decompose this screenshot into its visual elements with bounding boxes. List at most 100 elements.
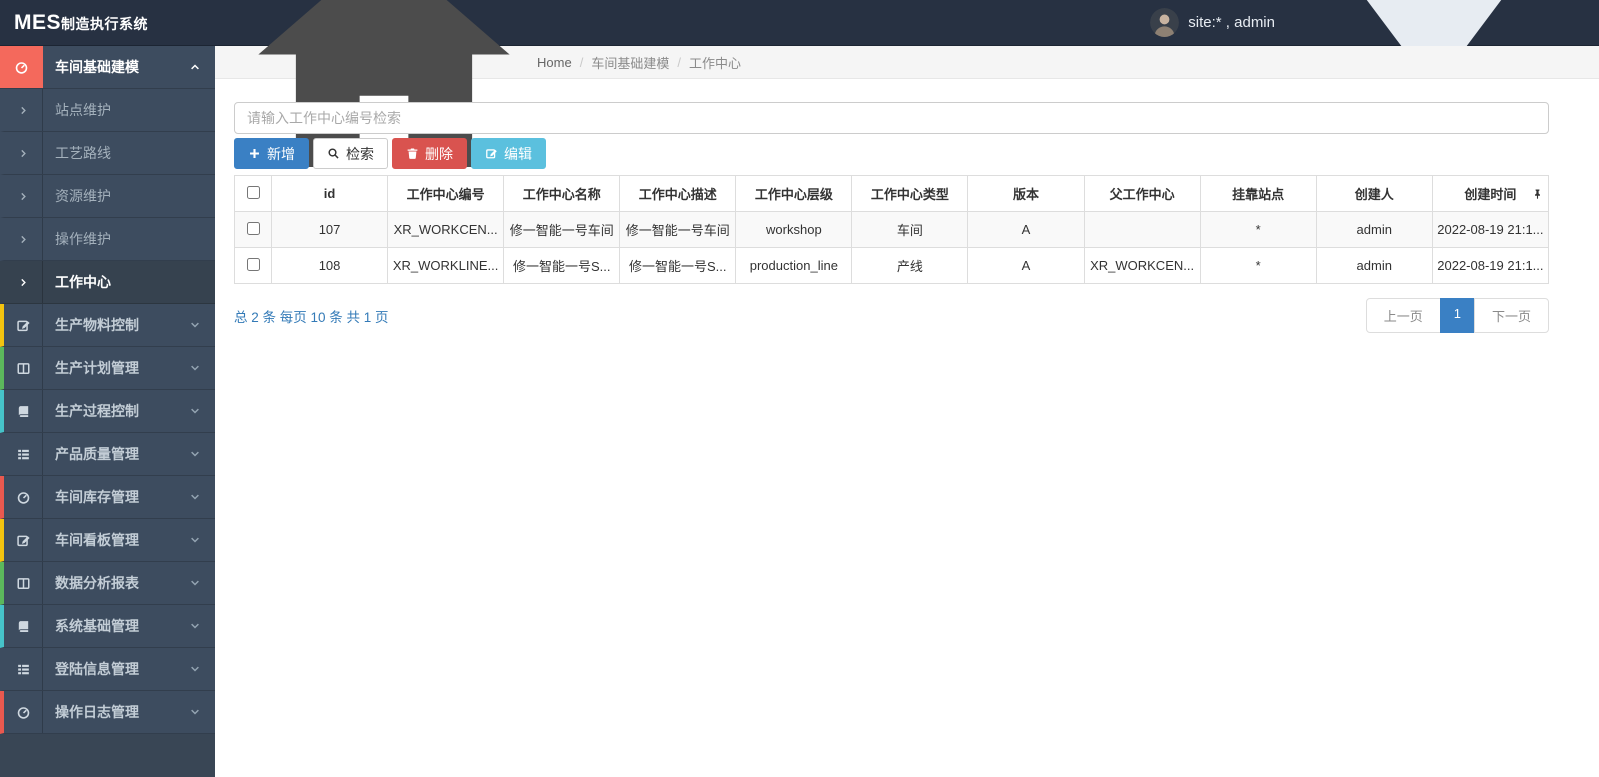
chevron-down-icon xyxy=(189,405,201,417)
sidebar-item-workshop-board-management[interactable]: 车间看板管理 xyxy=(0,519,215,562)
table-cell: 修一智能一号车间 xyxy=(619,211,737,248)
column-header: 版本 xyxy=(967,175,1085,212)
breadcrumb-separator: / xyxy=(677,54,681,70)
app-root: MES制造执行系统 site:* , admin 车间基础建模 站点维护 工艺路线资… xyxy=(0,0,1599,777)
column-header: 挂靠站点 xyxy=(1199,175,1317,212)
sidebar-item-label: 生产计划管理 xyxy=(55,360,139,376)
book-icon xyxy=(16,619,31,634)
button-label: 删除 xyxy=(425,145,453,162)
logo-mes-text: MES xyxy=(14,10,62,34)
dashboard-icon xyxy=(14,60,29,75)
sidebar-item-system-basic-management[interactable]: 系统基础管理 xyxy=(0,605,215,648)
table-cell: admin xyxy=(1315,211,1433,248)
sidebar-subitem-work-center[interactable]: 工作中心 xyxy=(0,261,215,304)
sidebar-subicon-cell xyxy=(4,132,43,174)
sidebar-item-label: 产品质量管理 xyxy=(55,446,139,462)
work-center-table: id 工作中心编号 工作中心名称 工作中心描述 工作中心层级 工作中心类型 版本 父工作中心挂… xyxy=(234,175,1550,284)
sidebar-item-login-info-management[interactable]: 登陆信息管理 xyxy=(0,648,215,691)
breadcrumb-current-page: 工作中心 xyxy=(688,55,741,71)
sidebar-subitem-process-route[interactable]: 工艺路线 xyxy=(0,132,215,175)
chevron-down-icon xyxy=(189,319,201,331)
chevron-down-icon xyxy=(189,706,201,718)
add-button[interactable]: 新增 xyxy=(234,138,309,169)
row-checkbox[interactable] xyxy=(246,221,260,235)
button-label: 新增 xyxy=(267,145,295,162)
search-input[interactable] xyxy=(234,102,1549,134)
sidebar-item-production-plan-management[interactable]: 生产计划管理 xyxy=(0,347,215,390)
table-cell: XR_WORKCEN... xyxy=(1083,247,1201,284)
table-cell: 108 xyxy=(270,247,389,284)
button-label: 检索 xyxy=(346,145,374,162)
column-header: 工作中心类型 xyxy=(851,175,969,212)
breadcrumb: Home / 车间基础建模 / 工作中心 xyxy=(215,0,1599,167)
sidebar-icon-cell xyxy=(4,562,43,604)
chevron-up-icon xyxy=(189,61,201,73)
sidebar-subitem-resource-maintenance[interactable]: 资源维护 xyxy=(0,175,215,218)
chevron-right-icon xyxy=(18,148,29,159)
sidebar-subitem-operation-maintenance[interactable]: 操作维护 xyxy=(0,218,215,261)
edit-button[interactable]: 编辑 xyxy=(471,138,546,169)
sidebar-item-product-quality-management[interactable]: 产品质量管理 xyxy=(0,433,215,476)
sidebar-item-operation-log-management[interactable]: 操作日志管理 xyxy=(0,691,215,734)
sidebar-item-label: 系统基础管理 xyxy=(55,618,139,634)
sidebar-item-label: 登陆信息管理 xyxy=(55,661,139,677)
chevron-down-icon xyxy=(189,577,201,589)
table-cell: 2022-08-19 21:1... xyxy=(1431,247,1550,284)
sidebar-item-production-process-control[interactable]: 生产过程控制 xyxy=(0,390,215,433)
delete-button[interactable]: 删除 xyxy=(392,138,467,169)
sidebar-subitem-site-maintenance[interactable]: 站点维护 xyxy=(0,89,215,132)
sidebar-icon-cell xyxy=(4,476,43,518)
pagination-summary: 总 2 条 每页 10 条 共 1 页 xyxy=(234,309,389,325)
chevron-right-icon xyxy=(18,234,29,245)
column-header: id xyxy=(270,175,389,212)
row-checkbox[interactable] xyxy=(246,257,260,271)
sidebar-item-label: 车间看板管理 xyxy=(55,532,139,548)
column-header: 工作中心编号 xyxy=(387,175,505,212)
column-header: 工作中心描述 xyxy=(619,175,737,212)
sidebar-item-workshop-modeling[interactable]: 车间基础建模 xyxy=(0,46,215,89)
sidebar-item-label: 车间库存管理 xyxy=(55,489,139,505)
table-cell: A xyxy=(967,211,1085,248)
book-icon xyxy=(16,404,31,419)
sidebar-item-data-analysis-report[interactable]: 数据分析报表 xyxy=(0,562,215,605)
search-button[interactable]: 检索 xyxy=(313,138,388,169)
sidebar-subicon-cell xyxy=(4,89,43,131)
chevron-down-icon xyxy=(189,491,201,503)
sidebar-item-production-material-control[interactable]: 生产物料控制 xyxy=(0,304,215,347)
column-header: 创建时间 xyxy=(1431,175,1550,212)
table-row[interactable]: 108 XR_WORKLINE... 修一智能一号S... 修一智能一号S... pro… xyxy=(234,247,1550,284)
logo-suffix-text: 制造执行系统 xyxy=(61,15,149,32)
columns-icon xyxy=(16,361,31,376)
sidebar-item-label: 车间基础建模 xyxy=(55,59,139,75)
pager: 上一页 1 下一页 xyxy=(1365,298,1549,333)
table-row[interactable]: 107 XR_WORKCEN... 修一智能一号车间 修一智能一号车间 workshop… xyxy=(234,211,1550,248)
chevron-down-icon xyxy=(189,620,201,632)
pagination-page-1-button[interactable]: 1 xyxy=(1439,298,1475,333)
table-cell: 107 xyxy=(270,211,389,248)
chevron-right-icon xyxy=(18,105,29,116)
table-cell: workshop xyxy=(735,211,853,248)
list-icon xyxy=(16,447,31,462)
pagination-next-button[interactable]: 下一页 xyxy=(1473,298,1549,333)
table-cell: 修一智能一号S... xyxy=(619,247,737,284)
select-all-checkbox[interactable] xyxy=(246,185,260,199)
sidebar-menu: 车间基础建模站点维护工艺路线资源维护操作维护 工作中心 生产物料控制生产计划管理生产… xyxy=(0,46,215,734)
sidebar: 车间基础建模站点维护工艺路线资源维护操作维护 工作中心 生产物料控制生产计划管理生产… xyxy=(0,46,215,777)
app-logo[interactable]: MES制造执行系统 xyxy=(14,11,148,35)
sidebar-subitem-label: 工艺路线 xyxy=(55,145,111,161)
sidebar-icon-cell xyxy=(4,648,43,690)
chevron-down-icon xyxy=(189,448,201,460)
table-cell: production_line xyxy=(735,247,853,284)
dashboard-icon xyxy=(16,705,31,720)
sidebar-item-label: 操作日志管理 xyxy=(55,704,139,720)
sidebar-subitem-label: 资源维护 xyxy=(55,188,111,204)
list-icon xyxy=(16,662,31,677)
breadcrumb-item-module[interactable]: 车间基础建模 xyxy=(591,53,669,72)
pagination-prev-button[interactable]: 上一页 xyxy=(1365,298,1441,333)
button-label: 编辑 xyxy=(504,145,532,162)
chevron-down-icon xyxy=(189,362,201,374)
page-content: 新增 检索 删除 编辑 id工作中心编号工作中心名称工作中心描述工作中心层级工作中心类… xyxy=(215,79,1599,333)
sidebar-item-workshop-inventory-management[interactable]: 车间库存管理 xyxy=(0,476,215,519)
column-header: 工作中心层级 xyxy=(735,175,853,212)
sidebar-icon-cell xyxy=(4,519,43,561)
